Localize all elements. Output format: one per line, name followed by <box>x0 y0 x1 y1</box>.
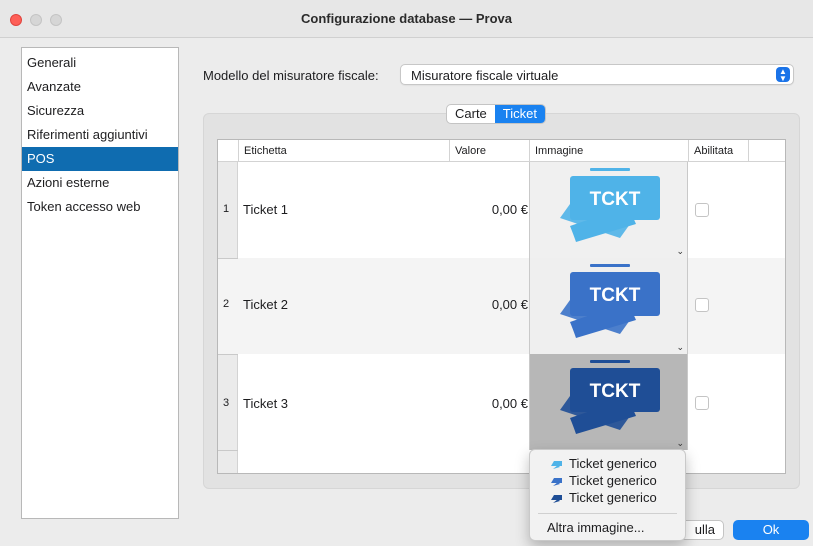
menu-item-ticket-dark[interactable]: Ticket generico <box>530 489 685 507</box>
ticket-image-icon: TCKT <box>560 264 660 338</box>
table-header: Etichetta Valore Immagine Abilitata <box>218 140 785 162</box>
model-select-value: Misuratore fiscale virtuale <box>411 68 559 83</box>
row-value[interactable]: 0,00 € <box>448 396 528 411</box>
menu-item-label: Ticket generico <box>569 473 657 488</box>
sidebar: Generali Avanzate Sicurezza Riferimenti … <box>21 47 179 519</box>
sidebar-item-avanzate[interactable]: Avanzate <box>22 75 178 99</box>
menu-item-ticket-light[interactable]: Ticket generico <box>530 455 685 473</box>
window-title: Configurazione database — Prova <box>301 11 512 26</box>
table-row[interactable]: 1 Ticket 1 0,00 € TCKT ⌄ <box>218 162 785 258</box>
menu-item-label: Altra immagine... <box>547 520 645 535</box>
table-row[interactable]: 2 Ticket 2 0,00 € TCKT ⌄ <box>218 258 785 354</box>
sidebar-item-token[interactable]: Token accesso web <box>22 195 178 219</box>
select-stepper-icon: ▲ ▼ <box>776 67 790 83</box>
menu-item-label: Ticket generico <box>569 490 657 505</box>
sidebar-item-pos[interactable]: POS <box>22 147 178 171</box>
table-row[interactable]: 3 Ticket 3 0,00 € TCKT ⌄ <box>218 354 785 450</box>
ticket-light-icon <box>551 461 562 469</box>
ticket-dark-icon <box>551 495 562 503</box>
menu-item-ticket-medium[interactable]: Ticket generico <box>530 472 685 490</box>
sidebar-item-generali[interactable]: Generali <box>22 51 178 75</box>
header-immagine[interactable]: Immagine <box>529 140 688 162</box>
row-label[interactable]: Ticket 1 <box>243 202 288 217</box>
header-spacer <box>748 140 785 162</box>
menu-item-label: Ticket generico <box>569 456 657 471</box>
menu-separator <box>538 513 677 514</box>
tab-switcher: Carte Ticket <box>446 104 546 124</box>
ticket-table: Etichetta Valore Immagine Abilitata 1 Ti… <box>217 139 786 474</box>
ticket-image-icon: TCKT <box>560 360 660 434</box>
model-label: Modello del misuratore fiscale: <box>203 68 379 83</box>
row-label[interactable]: Ticket 3 <box>243 396 288 411</box>
header-etichetta[interactable]: Etichetta <box>238 140 449 162</box>
svg-text:TCKT: TCKT <box>590 381 641 402</box>
tab-ticket[interactable]: Ticket <box>494 105 545 123</box>
row-number: 1 <box>223 203 230 215</box>
enabled-checkbox[interactable] <box>695 396 709 410</box>
row-divider <box>218 354 238 355</box>
row-image-picker[interactable]: TCKT ⌄ <box>529 258 688 354</box>
ticket-medium-icon <box>551 478 562 486</box>
header-valore[interactable]: Valore <box>449 140 529 162</box>
svg-text:TCKT: TCKT <box>590 285 641 306</box>
row-divider <box>218 450 238 451</box>
row-label[interactable]: Ticket 2 <box>243 297 288 312</box>
row-value[interactable]: 0,00 € <box>448 297 528 312</box>
menu-item-other-image[interactable]: Altra immagine... <box>530 519 685 537</box>
row-image-picker[interactable]: TCKT ⌄ <box>529 354 688 450</box>
row-image-picker[interactable]: TCKT ⌄ <box>529 162 688 258</box>
chevron-down-icon: ⌄ <box>676 246 684 256</box>
sidebar-item-riferimenti[interactable]: Riferimenti aggiuntivi <box>22 123 178 147</box>
config-window: Configurazione database — Prova Generali… <box>0 0 813 546</box>
tab-carte[interactable]: Carte <box>447 105 495 123</box>
chevron-down-icon: ⌄ <box>676 342 684 352</box>
chevron-down-icon: ⌄ <box>676 438 684 448</box>
sidebar-item-sicurezza[interactable]: Sicurezza <box>22 99 178 123</box>
ticket-image-icon: TCKT <box>560 168 660 242</box>
sidebar-item-azioni-esterne[interactable]: Azioni esterne <box>22 171 178 195</box>
row-number: 3 <box>223 397 230 409</box>
row-divider <box>218 258 238 259</box>
title-bar: Configurazione database — Prova <box>0 0 813 38</box>
row-number: 2 <box>223 298 230 310</box>
header-abilitata[interactable]: Abilitata <box>688 140 748 162</box>
svg-text:TCKT: TCKT <box>590 189 641 210</box>
ok-button[interactable]: Ok <box>733 520 809 540</box>
row-value[interactable]: 0,00 € <box>448 202 528 217</box>
enabled-checkbox[interactable] <box>695 203 709 217</box>
model-select[interactable]: Misuratore fiscale virtuale ▲ ▼ <box>400 64 794 85</box>
image-popup-menu: Ticket generico Ticket generico Ticket g… <box>529 449 686 541</box>
enabled-checkbox[interactable] <box>695 298 709 312</box>
